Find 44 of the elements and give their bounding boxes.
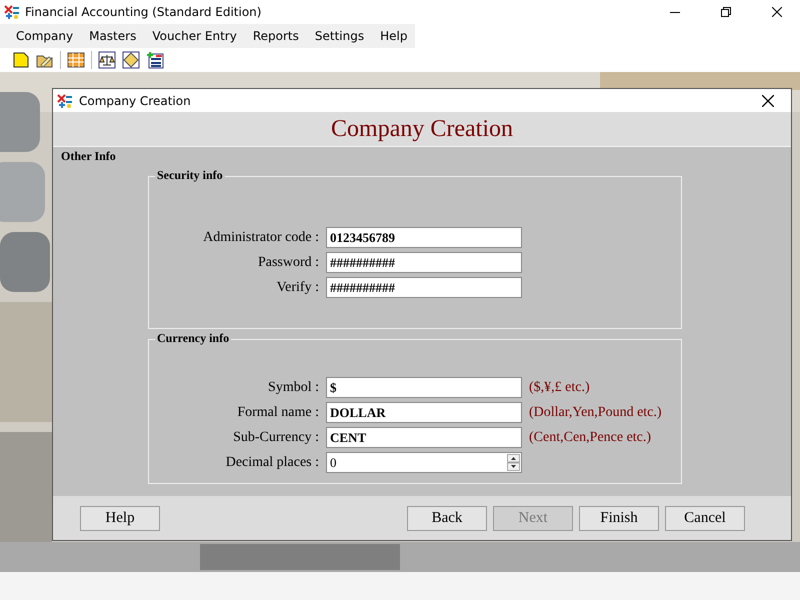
menu-item[interactable]: Masters	[81, 29, 144, 43]
dialog-button[interactable]: Back	[407, 506, 487, 530]
close-icon	[762, 94, 774, 106]
menu-item[interactable]: Reports	[244, 29, 307, 43]
scales-icon[interactable]	[98, 51, 116, 69]
input-field[interactable]: $	[326, 377, 522, 398]
close-icon	[772, 7, 782, 17]
field-label: Formal name :	[236, 404, 319, 420]
dialog-button[interactable]: Cancel	[665, 506, 745, 530]
group-title: Currency info	[155, 331, 232, 346]
field-hint: (Dollar,Yen,Pound etc.)	[529, 404, 663, 420]
group-title: Security info	[155, 168, 225, 183]
menu-item[interactable]: Settings	[306, 29, 372, 43]
field-label: Verify :	[276, 280, 319, 296]
restore-icon	[721, 7, 731, 17]
menu-item[interactable]: Voucher Entry	[144, 29, 245, 43]
input-field[interactable]: CENT	[326, 427, 522, 448]
input-field[interactable]: 0123456789	[326, 227, 522, 248]
field-hint: (Cent,Cen,Pence etc.)	[529, 430, 652, 446]
field-label: Sub-Currency :	[232, 430, 319, 446]
field-label: Symbol :	[267, 380, 319, 396]
menu-item[interactable]: Company	[8, 29, 82, 43]
diamond-icon[interactable]	[122, 51, 140, 69]
input-field[interactable]: ##########	[326, 252, 522, 273]
new-file-icon[interactable]	[12, 51, 30, 69]
field-label: Decimal places :	[224, 454, 319, 470]
dialog-button[interactable]: Help	[80, 506, 160, 530]
field-label: Password :	[256, 254, 319, 270]
dialog-title: Company Creation	[79, 94, 192, 108]
input-field[interactable]: ##########	[326, 277, 522, 298]
input-field[interactable]: DOLLAR	[326, 402, 522, 423]
field-hint: ($,¥,£ etc.)	[529, 380, 591, 396]
dialog-heading: Company Creation	[331, 116, 513, 142]
spin-arrows-icon[interactable]	[507, 454, 520, 471]
section-title: Other Info	[61, 149, 117, 164]
app-icon	[4, 4, 20, 20]
dialog-button[interactable]: Finish	[579, 506, 659, 530]
grid-icon[interactable]	[67, 51, 85, 69]
app-icon	[57, 92, 73, 108]
field-label: Administrator code :	[202, 230, 319, 246]
menu-item[interactable]: Help	[372, 29, 416, 43]
spin-field[interactable]: 0	[326, 452, 522, 473]
add-list-icon[interactable]	[146, 51, 164, 69]
window-title: Financial Accounting (Standard Edition)	[25, 5, 262, 19]
